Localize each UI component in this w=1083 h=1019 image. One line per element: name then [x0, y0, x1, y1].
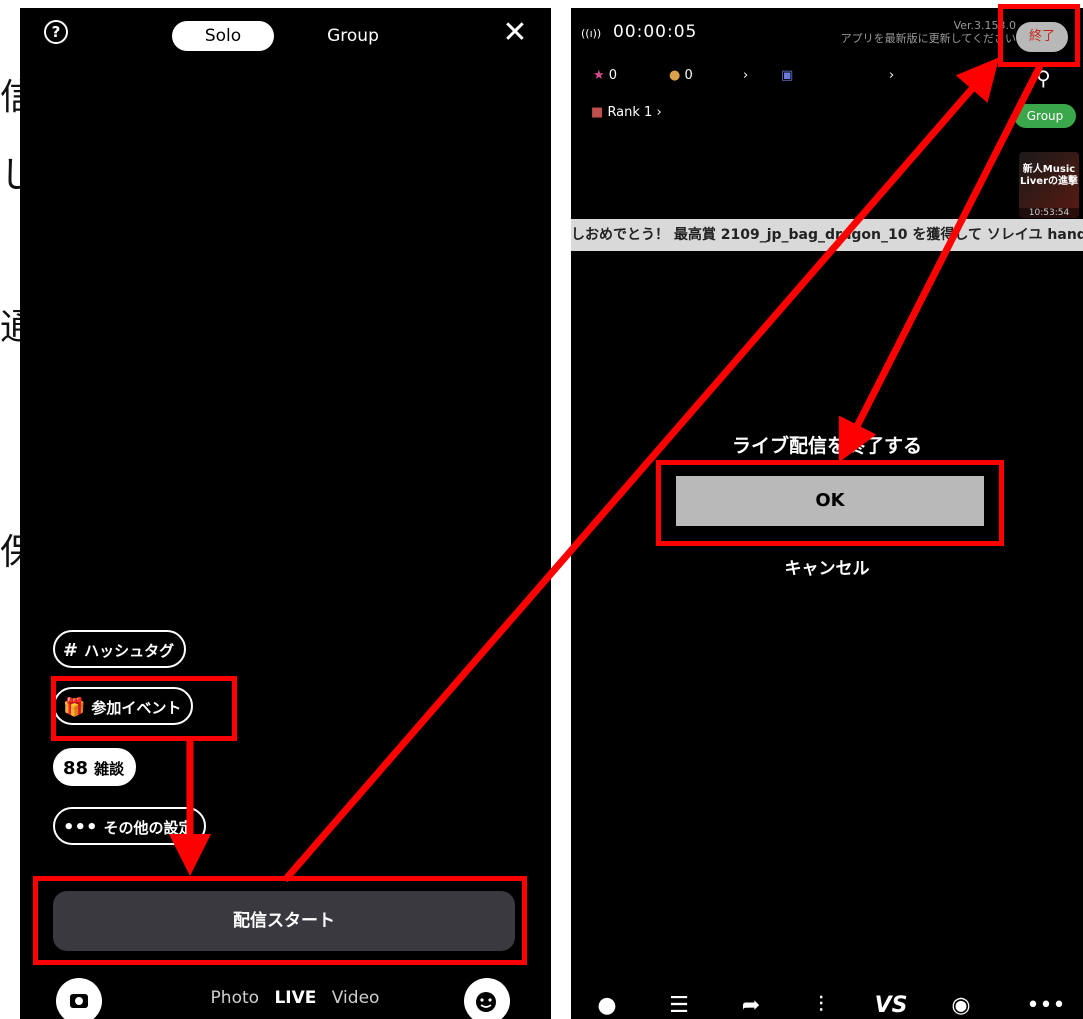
hashtag-button[interactable]: # ハッシュタグ	[53, 630, 187, 668]
hashtag-label: ハッシュタグ	[84, 642, 175, 660]
vs-icon[interactable]: VS	[871, 988, 911, 1019]
other-settings-label: その他の設定	[103, 819, 194, 837]
update-notice[interactable]: アプリを最新版に更新してください	[811, 32, 1016, 45]
chevron-right-icon[interactable]: ›	[743, 68, 748, 83]
star-count: ★ 0	[593, 68, 617, 83]
highlight-start-button	[33, 876, 527, 965]
other-settings-button[interactable]: ••• その他の設定	[53, 807, 206, 845]
cancel-button[interactable]: キャンセル	[571, 554, 1083, 579]
rank-badge[interactable]: ■ Rank 1 ›	[591, 105, 662, 120]
mode-live[interactable]: LIVE	[274, 988, 316, 1008]
chat-topic-label: 雑談	[94, 760, 125, 778]
share-icon[interactable]: ➦	[731, 988, 771, 1019]
dialog-title: ライブ配信を終了する	[731, 435, 922, 457]
mode-photo[interactable]: Photo	[211, 988, 260, 1008]
chat-topic-button[interactable]: 88 雑談	[53, 748, 137, 786]
hashtag-icon: #	[63, 640, 79, 661]
tab-solo[interactable]: Solo	[172, 21, 274, 51]
viewers-icon[interactable]: ☰	[659, 988, 699, 1019]
banner-text: 新人Music Liverの進撃	[1019, 164, 1079, 187]
highlight-ok-button	[656, 460, 1004, 546]
version-label: Ver.3.153.0	[953, 19, 1016, 32]
mode-video[interactable]: Video	[332, 988, 380, 1008]
chat-icon[interactable]: ●	[587, 988, 627, 1019]
highlight-end-button	[998, 4, 1080, 67]
add-user-icon[interactable]: ⚲	[1036, 66, 1051, 90]
record-icon[interactable]: ◉	[941, 988, 981, 1019]
version-info: Ver.3.153.0 アプリを最新版に更新してください	[811, 19, 1016, 45]
chevron-right-icon-2[interactable]: ›	[889, 68, 894, 83]
coin-value: 0	[684, 68, 693, 83]
more-icon[interactable]: •••	[1026, 988, 1066, 1019]
announcement-marquee: しおめでとう！ 最高賞 2109_jp_bag_dragon_10 を獲得して …	[571, 219, 1083, 251]
coin-count: ● 0	[669, 68, 693, 83]
close-icon[interactable]: ✕	[500, 18, 530, 48]
highlight-event-button	[51, 676, 237, 741]
face-effect-icon[interactable]	[464, 978, 510, 1019]
more-dots-icon: •••	[63, 817, 98, 838]
tab-group[interactable]: Group	[308, 21, 398, 51]
group-pill[interactable]: Group	[1014, 104, 1076, 128]
star-value: 0	[608, 68, 618, 83]
star-icon: ★	[593, 68, 605, 83]
mode-selector: Photo LIVE Video	[195, 988, 395, 1008]
rank-label: Rank 1	[607, 105, 653, 120]
ranking-icon[interactable]: ⫶	[801, 988, 841, 1019]
coin-icon: ●	[669, 68, 681, 83]
camera-flip-icon[interactable]	[56, 978, 102, 1019]
calendar-icon[interactable]: ▣	[781, 68, 793, 83]
grid-icon: 88	[63, 758, 89, 779]
live-setup-screen: ? Solo Group ✕ # ハッシュタグ 🎁 参加イベント 88 雑談 ••• そ…	[20, 8, 551, 1019]
rank-chevron-icon: ›	[656, 105, 662, 120]
broadcast-timer: 00:00:05	[613, 22, 698, 42]
bear-icon: ■	[591, 105, 604, 120]
banner-time: 10:53:54	[1019, 208, 1079, 218]
help-icon[interactable]: ?	[44, 20, 68, 44]
signal-icon: ((ı))	[581, 27, 602, 40]
event-banner[interactable]: 新人Music Liverの進撃 10:53:54	[1019, 152, 1079, 218]
